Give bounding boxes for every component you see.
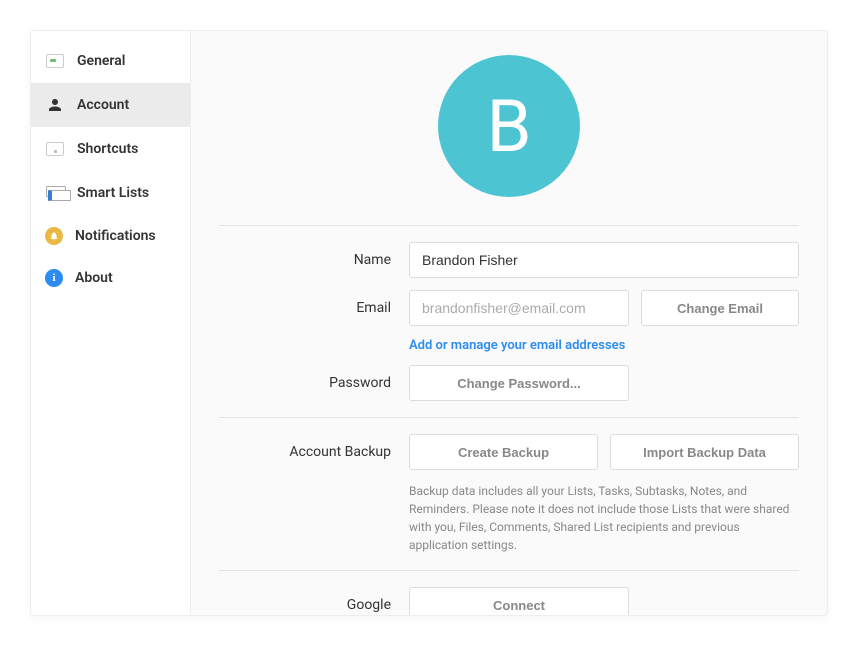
create-backup-button[interactable]: Create Backup — [409, 434, 598, 470]
sidebar-item-label: About — [75, 270, 113, 286]
email-input[interactable] — [409, 290, 629, 326]
sidebar-item-general[interactable]: General — [31, 39, 190, 83]
password-label: Password — [219, 375, 409, 391]
import-backup-button[interactable]: Import Backup Data — [610, 434, 799, 470]
google-label: Google — [219, 597, 409, 613]
settings-window: General Account Shortcuts Smart Lists No… — [30, 30, 828, 616]
account-panel: B Name Email Change Email Add or m — [191, 31, 827, 615]
sidebar-item-label: Smart Lists — [77, 185, 149, 201]
sidebar-item-label: Notifications — [75, 228, 156, 244]
google-section: Google Connect — [219, 570, 799, 615]
sidebar-item-about[interactable]: i About — [31, 257, 190, 299]
bell-icon — [45, 227, 63, 245]
avatar[interactable]: B — [438, 55, 580, 197]
change-password-button[interactable]: Change Password... — [409, 365, 629, 401]
keyboard-icon — [45, 139, 65, 159]
info-icon: i — [45, 269, 63, 287]
sidebar-item-label: General — [77, 53, 125, 69]
sidebar-item-label: Shortcuts — [77, 141, 138, 157]
email-label: Email — [219, 300, 409, 316]
name-input[interactable] — [409, 242, 799, 278]
avatar-container: B — [219, 49, 799, 225]
google-connect-button[interactable]: Connect — [409, 587, 629, 615]
person-icon — [45, 95, 65, 115]
backup-label: Account Backup — [219, 444, 409, 460]
backup-hint: Backup data includes all your Lists, Tas… — [409, 482, 799, 554]
sidebar-item-smart-lists[interactable]: Smart Lists — [31, 171, 190, 215]
toggle-icon — [45, 51, 65, 71]
lists-icon — [45, 183, 65, 203]
profile-section: Name Email Change Email Add or manage yo… — [219, 225, 799, 417]
sidebar-item-account[interactable]: Account — [31, 83, 190, 127]
sidebar-item-shortcuts[interactable]: Shortcuts — [31, 127, 190, 171]
sidebar-item-label: Account — [77, 97, 129, 113]
sidebar-item-notifications[interactable]: Notifications — [31, 215, 190, 257]
change-email-button[interactable]: Change Email — [641, 290, 799, 326]
backup-section: Account Backup Create Backup Import Back… — [219, 417, 799, 570]
manage-emails-link[interactable]: Add or manage your email addresses — [409, 338, 625, 353]
name-label: Name — [219, 252, 409, 268]
settings-sidebar: General Account Shortcuts Smart Lists No… — [31, 31, 191, 615]
